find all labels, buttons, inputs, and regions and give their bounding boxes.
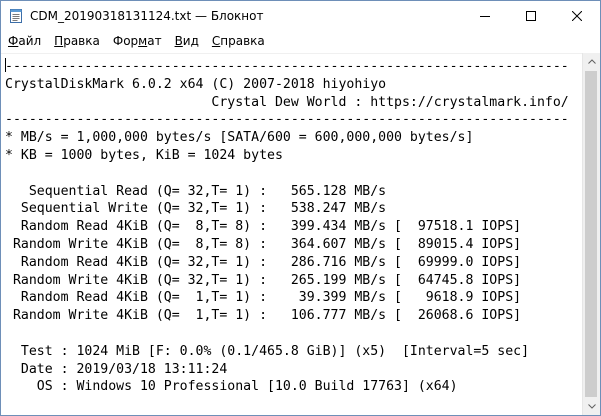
menu-format-label-start: Фор	[112, 34, 139, 48]
menu-edit-label: равка	[63, 34, 100, 48]
line-rnd-write-q1t1: Random Write 4KiB (Q= 1,T= 1) : 106.777 …	[5, 308, 522, 324]
line-kb-definition: * KB = 1000 bytes, KiB = 1024 bytes	[5, 147, 283, 163]
line-app-version: CrystalDiskMark 6.0.2 x64 (C) 2007-2018 …	[5, 76, 387, 92]
scroll-up-button[interactable]	[583, 53, 600, 70]
menu-format[interactable]: Формат	[106, 34, 168, 48]
close-icon	[572, 11, 582, 21]
menu-file-label: айл	[18, 34, 42, 48]
menu-edit[interactable]: Правка	[47, 34, 106, 48]
line-rnd-read-q1t1: Random Read 4KiB (Q= 1,T= 1) : 39.399 MB…	[5, 290, 522, 306]
menu-view-label: ид	[182, 34, 199, 48]
window-controls	[462, 1, 600, 31]
menu-view-accelerator: В	[174, 34, 183, 48]
notepad-window: CDM_20190318131124.txt — Блокнот Файл Пр…	[0, 0, 601, 416]
line-separator-bottom: ----------------------------------------…	[5, 112, 569, 128]
notepad-icon	[10, 9, 22, 23]
scroll-thumb[interactable]	[585, 71, 597, 397]
maximize-button[interactable]	[508, 1, 554, 31]
menu-file-accelerator: Ф	[8, 34, 19, 48]
line-seq-read: Sequential Read (Q= 32,T= 1) : 565.128 M…	[5, 183, 387, 199]
menu-bar: Файл Правка Формат Вид Справка	[1, 31, 600, 51]
line-rnd-write-q32t1: Random Write 4KiB (Q= 32,T= 1) : 265.199…	[5, 272, 522, 288]
line-os: OS : Windows 10 Professional [10.0 Build…	[5, 379, 458, 395]
menu-view[interactable]: Вид	[168, 34, 205, 48]
menu-format-accelerator: м	[138, 34, 148, 48]
line-separator-top: ----------------------------------------…	[5, 59, 569, 74]
menu-format-label-end: ат	[147, 34, 162, 48]
scroll-up-icon	[587, 59, 596, 64]
line-date: Date : 2019/03/18 13:11:24	[5, 361, 228, 377]
close-button[interactable]	[554, 1, 600, 31]
menu-help[interactable]: Справка	[205, 34, 271, 48]
title-bar[interactable]: CDM_20190318131124.txt — Блокнот	[1, 1, 600, 31]
line-mbs-definition: * MB/s = 1,000,000 bytes/s [SATA/600 = 6…	[5, 130, 474, 146]
line-website: Crystal Dew World : https://crystalmark.…	[5, 94, 569, 110]
line-seq-write: Sequential Write (Q= 32,T= 1) : 538.247 …	[5, 201, 387, 217]
line-test: Test : 1024 MiB [F: 0.0% (0.1/465.8 GiB)…	[5, 343, 530, 359]
scroll-down-button[interactable]	[583, 398, 600, 415]
minimize-icon	[480, 16, 490, 17]
text-editor[interactable]: ----------------------------------------…	[1, 53, 583, 415]
maximize-icon	[526, 11, 536, 21]
window-title: CDM_20190318131124.txt — Блокнот	[30, 9, 264, 23]
menu-file[interactable]: Файл	[1, 34, 47, 48]
line-rnd-write-q8t8: Random Write 4KiB (Q= 8,T= 8) : 364.607 …	[5, 236, 522, 252]
line-rnd-read-q32t1: Random Read 4KiB (Q= 32,T= 1) : 286.716 …	[5, 254, 522, 270]
minimize-button[interactable]	[462, 1, 508, 31]
line-rnd-read-q8t8: Random Read 4KiB (Q= 8,T= 8) : 399.434 M…	[5, 219, 522, 235]
scroll-down-icon	[587, 404, 596, 409]
menu-edit-accelerator: П	[54, 34, 64, 48]
document-text: ----------------------------------------…	[1, 54, 583, 396]
menu-help-label: правка	[220, 34, 265, 48]
vertical-scrollbar[interactable]	[582, 53, 600, 415]
